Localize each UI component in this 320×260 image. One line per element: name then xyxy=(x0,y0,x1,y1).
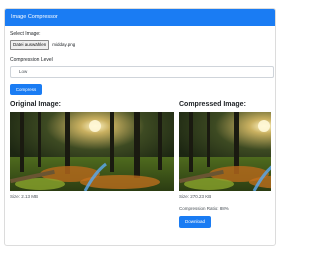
compression-level-select[interactable]: Low xyxy=(10,66,274,78)
download-button[interactable]: Download xyxy=(179,216,211,228)
card-header: Image Compressor xyxy=(5,9,275,26)
compressed-size: Size: 270.23 KB xyxy=(179,194,212,199)
original-image-title: Original Image: xyxy=(10,101,61,108)
compression-level-label: Compression Level xyxy=(10,57,53,63)
selected-file-name: midday.png xyxy=(52,42,76,47)
compression-ratio: Compression Ratio: 88% xyxy=(179,206,229,211)
file-input[interactable]: Datei auswählen midday.png xyxy=(10,39,76,50)
original-size: Size: 2.13 MB xyxy=(10,194,39,199)
compressed-image xyxy=(179,112,271,191)
original-image xyxy=(10,112,174,191)
compress-button[interactable]: Compress xyxy=(10,84,42,95)
select-image-label: Select Image: xyxy=(10,31,41,37)
compression-level-value: Low xyxy=(19,69,28,74)
choose-file-button[interactable]: Datei auswählen xyxy=(10,39,50,50)
compressed-image-title: Compressed Image: xyxy=(179,101,246,108)
app-title: Image Compressor xyxy=(11,14,58,20)
